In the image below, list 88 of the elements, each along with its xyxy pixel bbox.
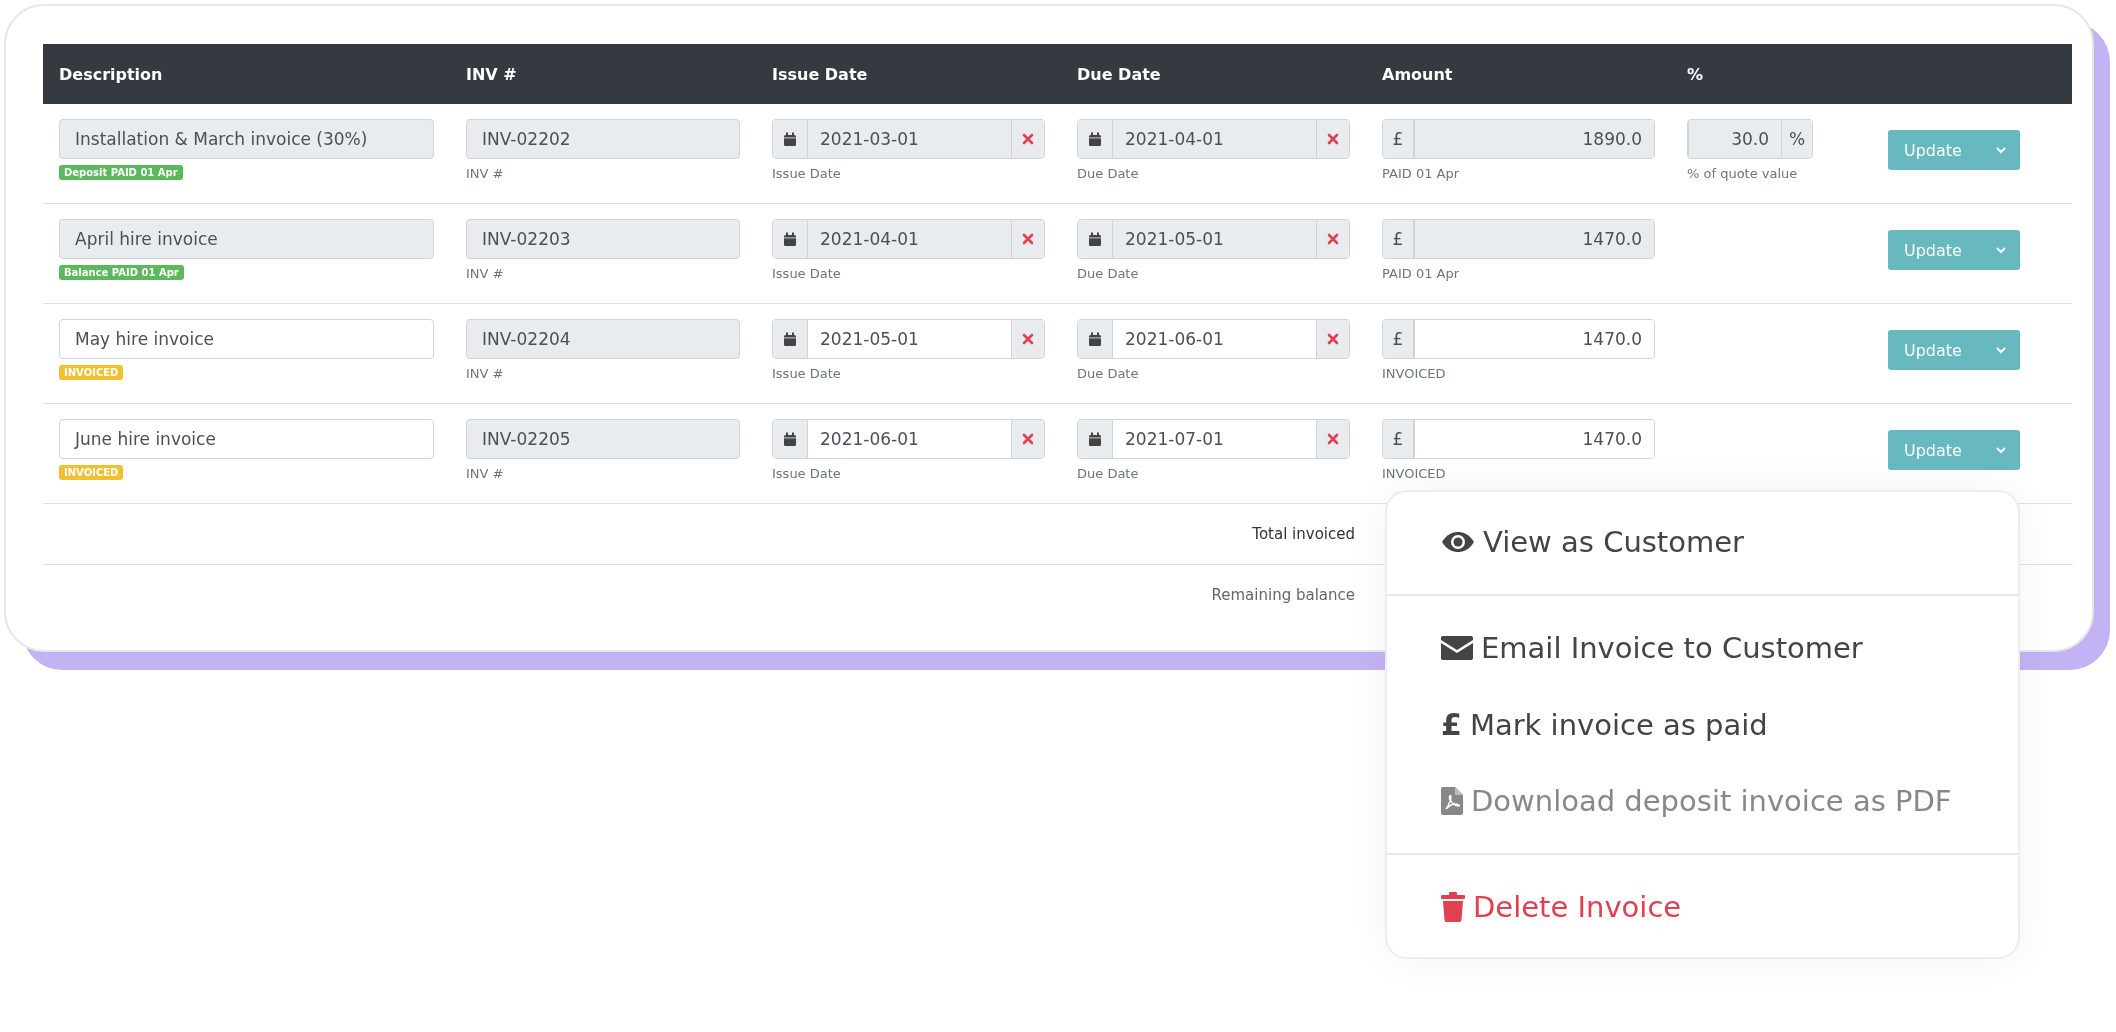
chevron-down-icon [1996, 346, 2006, 354]
status-badge: INVOICED [59, 465, 124, 480]
invoice-number-field[interactable]: INV-02205 [466, 419, 740, 459]
calendar-icon [1088, 131, 1102, 147]
description-field[interactable]: May hire invoice [59, 319, 434, 359]
pdf-file-icon [1441, 787, 1463, 815]
date-field[interactable]: 2021-05-01 [1112, 220, 1316, 258]
field-hint: % of quote value [1687, 166, 1798, 181]
menu-item[interactable]: View as Customer [1387, 504, 2018, 580]
field-hint: INV # [466, 366, 504, 381]
date-field[interactable]: 2021-04-01 [807, 220, 1011, 258]
description-field[interactable]: April hire invoice [59, 219, 434, 259]
close-icon [1327, 433, 1339, 445]
clear-button[interactable] [1316, 120, 1349, 158]
column-header: % [1686, 64, 1705, 84]
trash-icon [1441, 892, 1465, 922]
calendar-icon [1088, 331, 1102, 347]
close-icon [1022, 333, 1034, 345]
clear-button[interactable] [1011, 120, 1044, 158]
total-label: Total invoiced [1251, 525, 1355, 543]
date-field[interactable]: 2021-03-01 [807, 120, 1011, 158]
field-hint: INVOICED [1382, 466, 1446, 481]
clear-button[interactable] [1316, 220, 1349, 258]
description-field[interactable]: June hire invoice [59, 419, 434, 459]
status-badge: INVOICED [59, 365, 124, 380]
field-hint: INV # [466, 466, 504, 481]
calendar-icon [783, 231, 797, 247]
invoice-number-field[interactable]: INV-02203 [466, 219, 740, 259]
currency-symbol: £ [1383, 420, 1414, 458]
field-hint: Due Date [1077, 266, 1139, 281]
clear-button[interactable] [1011, 420, 1044, 458]
currency-symbol: £ [1383, 220, 1414, 258]
column-header: Issue Date [771, 64, 869, 84]
field-hint: INVOICED [1382, 366, 1446, 381]
amount-field[interactable]: 1470.0 [1414, 220, 1654, 258]
chevron-down-icon [1996, 146, 2006, 154]
amount-field[interactable]: 1890.0 [1414, 120, 1654, 158]
percent-symbol: % [1781, 120, 1812, 158]
calendar-icon [1088, 431, 1102, 447]
status-badge: Balance PAID 01 Apr [59, 265, 184, 280]
description-field[interactable]: Installation & March invoice (30%) [59, 119, 434, 159]
field-hint: INV # [466, 266, 504, 281]
amount-field[interactable]: 1470.0 [1414, 420, 1654, 458]
date-field[interactable]: 2021-04-01 [1112, 120, 1316, 158]
calendar-icon [783, 131, 797, 147]
field-hint: PAID 01 Apr [1382, 266, 1460, 281]
calendar-icon [783, 331, 797, 347]
field-hint: Issue Date [772, 266, 841, 281]
amount-field[interactable]: 1470.0 [1414, 320, 1654, 358]
calendar-icon [783, 431, 797, 447]
close-icon [1022, 133, 1034, 145]
clear-button[interactable] [1316, 320, 1349, 358]
column-header: Amount [1381, 64, 1454, 84]
field-hint: Due Date [1077, 466, 1139, 481]
menu-item[interactable]: £ Mark invoice as paid [1387, 686, 2018, 763]
invoice-number-field[interactable]: INV-02204 [466, 319, 740, 359]
field-hint: Issue Date [772, 366, 841, 381]
clear-button[interactable] [1011, 220, 1044, 258]
field-hint: Issue Date [772, 166, 841, 181]
close-icon [1022, 233, 1034, 245]
column-header: Description [58, 64, 164, 84]
envelope-icon [1441, 636, 1473, 660]
currency-symbol: £ [1383, 320, 1414, 358]
field-hint: INV # [466, 166, 504, 181]
field-hint: Due Date [1077, 366, 1139, 381]
close-icon [1327, 233, 1339, 245]
chevron-down-icon [1996, 246, 2006, 254]
menu-item[interactable]: Email Invoice to Customer [1387, 610, 2018, 686]
calendar-icon [1088, 231, 1102, 247]
field-hint: Issue Date [772, 466, 841, 481]
eye-icon [1441, 531, 1475, 553]
pound-icon: £ [1441, 707, 1462, 742]
close-icon [1327, 133, 1339, 145]
invoice-number-field[interactable]: INV-02202 [466, 119, 740, 159]
status-badge: Deposit PAID 01 Apr [59, 165, 183, 180]
currency-symbol: £ [1383, 120, 1414, 158]
column-header: INV # [465, 64, 518, 84]
field-hint: PAID 01 Apr [1382, 166, 1460, 181]
clear-button[interactable] [1316, 420, 1349, 458]
total-label: Remaining balance [1210, 586, 1355, 604]
chevron-down-icon [1996, 446, 2006, 454]
close-icon [1022, 433, 1034, 445]
close-icon [1327, 333, 1339, 345]
clear-button[interactable] [1011, 320, 1044, 358]
percent-field[interactable]: 30.0 [1688, 120, 1781, 158]
field-hint: Due Date [1077, 166, 1139, 181]
column-header: Due Date [1076, 64, 1162, 84]
menu-item[interactable]: Delete Invoice [1387, 869, 2018, 945]
